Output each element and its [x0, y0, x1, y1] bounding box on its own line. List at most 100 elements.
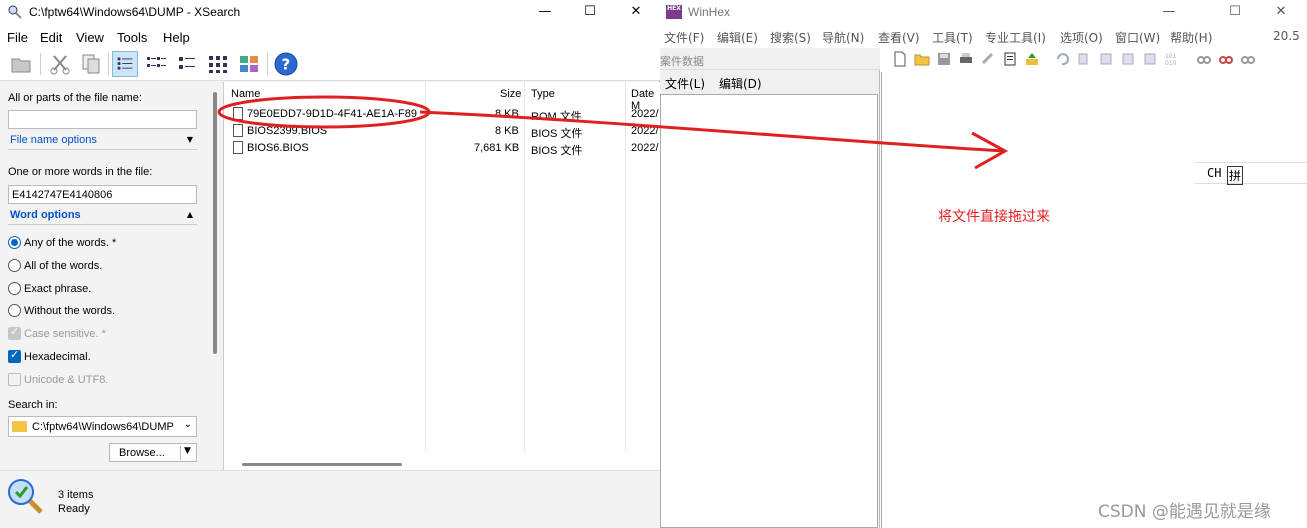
- filename-options-header[interactable]: File name options ▼: [8, 132, 197, 150]
- file-date: 2022/: [631, 142, 659, 154]
- expand-down-icon: ▼: [186, 135, 193, 144]
- find-icon[interactable]: [1196, 51, 1212, 67]
- find-hex-icon[interactable]: [1218, 51, 1234, 67]
- menu-search[interactable]: 搜索(S): [770, 29, 811, 46]
- xsearch-menubar: File Edit View Tools Help: [0, 27, 660, 47]
- cut-icon[interactable]: [1098, 51, 1114, 67]
- file-type: BIOS 文件: [531, 145, 583, 157]
- paste-special-icon[interactable]: [1142, 51, 1158, 67]
- clipboard-icon[interactable]: [1002, 51, 1018, 67]
- menu-view[interactable]: View: [76, 30, 104, 45]
- properties-icon[interactable]: [980, 51, 996, 67]
- table-row[interactable]: BIOS2399.BIOS 8 KB BIOS 文件 2022/: [224, 123, 661, 140]
- file-date: 2022/: [631, 125, 659, 137]
- svg-text:?: ?: [282, 56, 291, 74]
- file-icon: [233, 141, 243, 154]
- radio-any-words[interactable]: [8, 236, 21, 249]
- cut-icon[interactable]: [47, 51, 73, 77]
- undo-icon[interactable]: [1054, 51, 1070, 67]
- xsearch-toolbar: ?: [0, 47, 660, 81]
- check-icon: ✓: [10, 348, 20, 361]
- column-type[interactable]: Type: [531, 88, 555, 100]
- close-icon[interactable]: ✕: [613, 2, 659, 22]
- maximize-icon[interactable]: ☐: [1213, 2, 1257, 22]
- paste-icon[interactable]: [1120, 51, 1136, 67]
- large-icons-view-icon[interactable]: [205, 51, 231, 77]
- minimize-icon[interactable]: —: [522, 2, 568, 22]
- status-bar: 3 items Ready: [0, 470, 660, 528]
- case-menu-file[interactable]: 文件(L): [665, 75, 705, 92]
- checkbox-case-sensitive[interactable]: ✓: [8, 325, 21, 340]
- file-name: 79E0EDD7-9D1D-4F41-AE1A-F89: [247, 108, 417, 120]
- print-icon[interactable]: [958, 51, 974, 67]
- column-size[interactable]: Size: [500, 88, 521, 100]
- case-data-tree[interactable]: [660, 94, 878, 528]
- binary-icon[interactable]: 101010: [1164, 51, 1180, 67]
- svg-text:101: 101: [1165, 53, 1177, 60]
- export-icon[interactable]: [1024, 51, 1040, 67]
- ime-language[interactable]: CH: [1207, 166, 1221, 180]
- words-label: One or more words in the file:: [8, 166, 153, 178]
- thumbnails-view-icon[interactable]: [236, 51, 262, 77]
- copy-icon[interactable]: [78, 51, 104, 77]
- menu-tools[interactable]: Tools: [117, 30, 147, 45]
- file-size: 8 KB: [495, 125, 519, 137]
- menu-file[interactable]: File: [7, 30, 28, 45]
- xsearch-title: C:\fptw64\Windows64\DUMP - XSearch: [29, 5, 241, 19]
- new-file-icon[interactable]: [892, 51, 908, 67]
- results-hscrollbar[interactable]: [242, 463, 402, 466]
- menu-file[interactable]: 文件(F): [664, 29, 704, 46]
- status-state: Ready: [58, 503, 90, 515]
- options-scrollbar[interactable]: [213, 92, 217, 354]
- open-folder-icon[interactable]: [8, 51, 34, 77]
- check-icon: ✓: [10, 325, 20, 338]
- winhex-title: WinHex: [688, 5, 731, 19]
- menu-help[interactable]: 帮助(H): [1170, 29, 1212, 46]
- list-view-icon[interactable]: [143, 51, 169, 77]
- menu-edit[interactable]: 编辑(E): [717, 29, 758, 46]
- winhex-workspace[interactable]: [881, 72, 1307, 528]
- words-input[interactable]: E4142747E4140806: [8, 185, 197, 204]
- checkbox-unicode[interactable]: [8, 373, 21, 386]
- radio-all-words-label: All of the words.: [24, 260, 103, 272]
- copy-icon[interactable]: [1076, 51, 1092, 67]
- case-data-title: 案件数据: [660, 48, 880, 70]
- save-icon[interactable]: [936, 51, 952, 67]
- checkbox-hexadecimal[interactable]: ✓: [8, 348, 21, 363]
- browse-button[interactable]: Browse... ▼: [109, 443, 197, 462]
- menu-navigate[interactable]: 导航(N): [822, 29, 864, 46]
- filename-input[interactable]: [8, 110, 197, 129]
- details-view-icon[interactable]: [112, 51, 138, 77]
- menu-help[interactable]: Help: [163, 30, 190, 45]
- menu-edit[interactable]: Edit: [40, 30, 62, 45]
- maximize-icon[interactable]: ☐: [567, 2, 613, 22]
- small-icons-view-icon[interactable]: [174, 51, 200, 77]
- menu-tools[interactable]: 工具(T): [932, 29, 973, 46]
- winhex-title-bar: HEX WinHex — ☐ ✕: [660, 0, 1307, 26]
- ime-pinyin-mode[interactable]: 拼: [1227, 166, 1244, 185]
- word-options-label: Word options: [10, 209, 81, 221]
- search-in-combobox[interactable]: C:\fptw64\Windows64\DUMP ⌄: [8, 416, 197, 437]
- dropdown-arrow-icon[interactable]: ▼: [184, 446, 191, 456]
- word-options-header[interactable]: Word options ▲: [8, 207, 197, 225]
- menu-options[interactable]: 选项(O): [1060, 29, 1103, 46]
- table-row[interactable]: BIOS6.BIOS 7,681 KB BIOS 文件 2022/: [224, 140, 661, 157]
- case-menu-edit[interactable]: 编辑(D): [719, 75, 762, 92]
- status-item-count: 3 items: [58, 489, 94, 501]
- radio-all-words[interactable]: [8, 259, 21, 272]
- column-name[interactable]: Name: [231, 88, 260, 100]
- close-icon[interactable]: ✕: [1259, 2, 1303, 22]
- checkbox-hexadecimal-label: Hexadecimal.: [24, 351, 91, 363]
- file-size: 7,681 KB: [474, 142, 520, 154]
- version-label: 20.5: [1273, 29, 1300, 43]
- radio-exact-phrase[interactable]: [8, 282, 21, 295]
- minimize-icon[interactable]: —: [1147, 2, 1191, 22]
- table-row[interactable]: 79E0EDD7-9D1D-4F41-AE1A-F89 8 KB ROM 文件 …: [224, 106, 661, 123]
- menu-window[interactable]: 窗口(W): [1115, 29, 1160, 46]
- help-icon[interactable]: ?: [273, 51, 299, 77]
- replace-icon[interactable]: [1240, 51, 1256, 67]
- menu-specialist-tools[interactable]: 专业工具(I): [985, 29, 1046, 46]
- open-folder-icon[interactable]: [914, 51, 930, 67]
- menu-view[interactable]: 查看(V): [878, 29, 920, 46]
- radio-without-words[interactable]: [8, 304, 21, 317]
